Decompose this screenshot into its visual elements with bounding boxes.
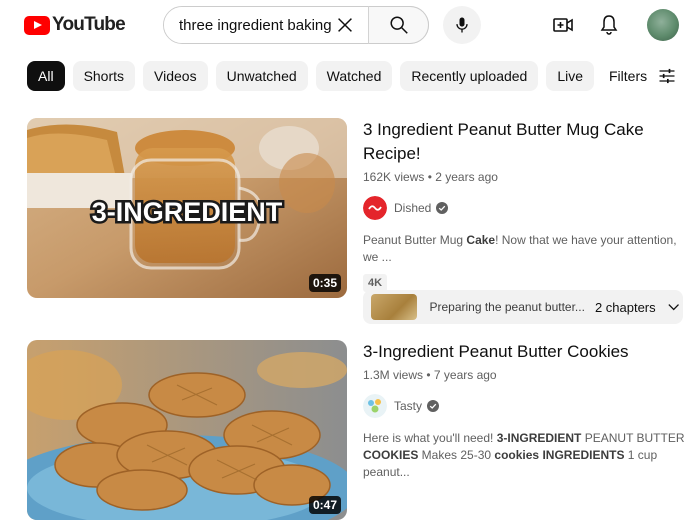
- channel-name: Dished: [394, 201, 432, 215]
- video-thumbnail[interactable]: 0:47: [27, 340, 347, 520]
- chevron-down-icon: [668, 304, 679, 311]
- video-description: Here is what you'll need! 3-INGREDIENT P…: [363, 431, 685, 479]
- clear-search-icon[interactable]: [334, 14, 356, 36]
- mug-cake-thumbnail-image: 3-INGREDIENT: [27, 118, 347, 298]
- video-meta: 162K views • 2 years ago: [363, 170, 498, 184]
- filters-button[interactable]: Filters: [609, 66, 677, 86]
- video-title[interactable]: 3 Ingredient Peanut Butter Mug Cake Reci…: [363, 118, 687, 166]
- filters-sliders-icon: [659, 68, 675, 84]
- channel-link[interactable]: Dished: [363, 196, 687, 220]
- video-meta: 1.3M views • 7 years ago: [363, 368, 497, 382]
- create-video-icon[interactable]: [551, 13, 575, 37]
- verified-check-icon: [436, 202, 449, 214]
- chip-recently-uploaded[interactable]: Recently uploaded: [400, 61, 539, 91]
- chip-watched[interactable]: Watched: [315, 61, 393, 91]
- chip-unwatched[interactable]: Unwatched: [215, 61, 308, 91]
- chapter-title: Preparing the peanut butter...: [429, 300, 585, 314]
- video-info: 3 Ingredient Peanut Butter Mug Cake Reci…: [363, 118, 687, 324]
- account-avatar[interactable]: [647, 9, 679, 41]
- dished-channel-avatar: [363, 196, 387, 220]
- filter-chips: All Shorts Videos Unwatched Watched Rece…: [27, 61, 602, 91]
- verified-check-icon: [427, 400, 440, 412]
- logo-text: YouTube: [52, 14, 126, 35]
- voice-search-button[interactable]: [443, 6, 481, 44]
- chapters-bar[interactable]: Preparing the peanut butter... 2 chapter…: [363, 290, 683, 324]
- video-description: Peanut Butter Mug Cake! Now that we have…: [363, 233, 677, 264]
- microphone-icon: [456, 17, 468, 33]
- notifications-bell-icon[interactable]: [597, 13, 621, 37]
- channel-link[interactable]: Tasty: [363, 394, 687, 418]
- chip-shorts[interactable]: Shorts: [72, 61, 136, 91]
- video-duration: 0:47: [308, 496, 341, 514]
- video-thumbnail[interactable]: 3-INGREDIENT 0:35: [27, 118, 347, 298]
- chip-videos[interactable]: Videos: [143, 61, 208, 91]
- video-title[interactable]: 3-Ingredient Peanut Butter Cookies: [363, 340, 687, 364]
- chapter-thumbnail: [371, 294, 418, 320]
- youtube-logo[interactable]: YouTube: [24, 14, 126, 36]
- top-bar: YouTube: [0, 0, 700, 50]
- search-icon: [389, 16, 408, 34]
- chapter-count: 2 chapters: [594, 299, 656, 315]
- chip-live[interactable]: Live: [546, 61, 595, 91]
- thumbnail-overlay-text: 3-INGREDIENT: [92, 197, 283, 227]
- video-info: 3-Ingredient Peanut Butter Cookies 1.3M …: [363, 340, 687, 481]
- peanut-butter-cookies-thumbnail-image: [27, 340, 347, 520]
- video-duration: 0:35: [308, 274, 341, 292]
- channel-name: Tasty: [394, 399, 423, 413]
- youtube-play-icon: [24, 15, 50, 35]
- chip-all[interactable]: All: [27, 61, 65, 91]
- tasty-channel-avatar: [363, 394, 387, 418]
- video-result: 3-INGREDIENT 0:35 3 Ingredient Peanut Bu…: [27, 118, 687, 328]
- search-button[interactable]: [368, 6, 429, 44]
- video-result: 0:47 3-Ingredient Peanut Butter Cookies …: [27, 340, 687, 522]
- filters-label: Filters: [609, 68, 648, 84]
